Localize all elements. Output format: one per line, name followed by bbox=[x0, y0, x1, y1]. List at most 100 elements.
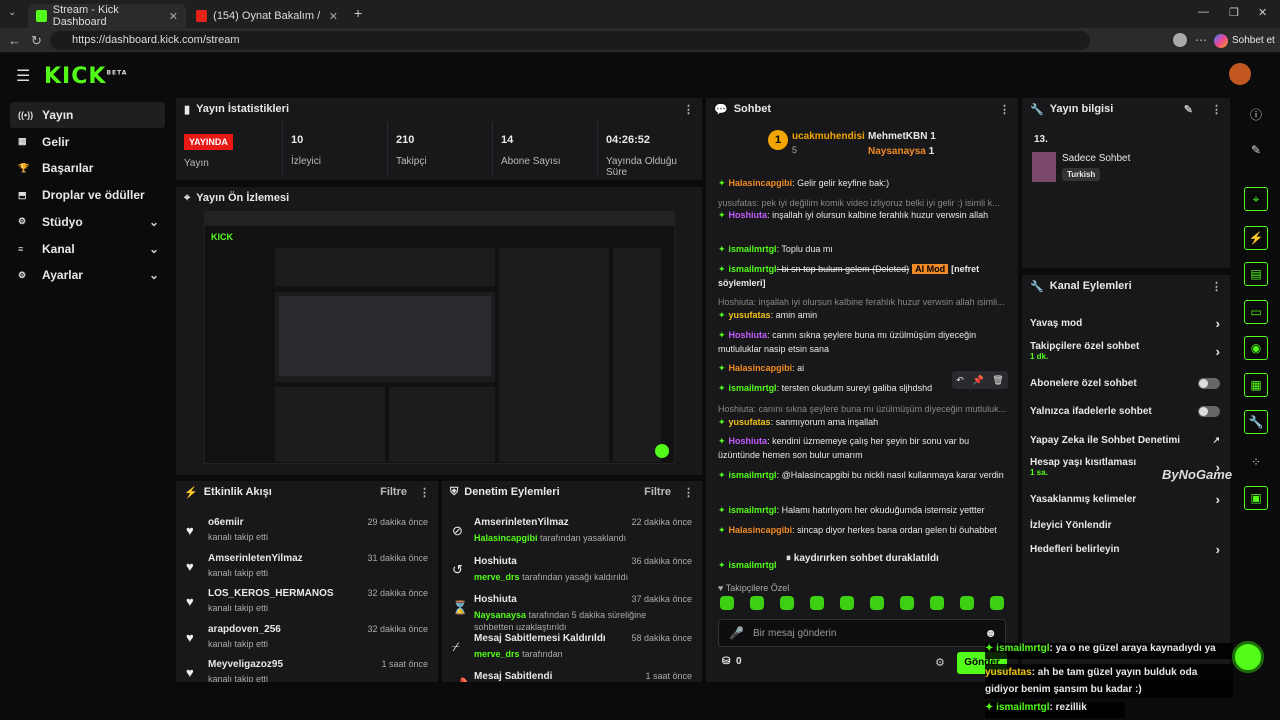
moderation-item[interactable]: 📌 Mesaj Sabitlendi 1 saat önce bbox=[450, 671, 694, 682]
channel-action[interactable]: İzleyici Yönlendir bbox=[1030, 515, 1220, 535]
moderation-item[interactable]: ⊘ AmserinletenYilmaz Halasincapgibi tarafı… bbox=[450, 517, 694, 553]
chat-settings-icon[interactable]: ⚙ bbox=[935, 656, 945, 669]
dots-icon[interactable]: ⁘ bbox=[1244, 450, 1268, 474]
nav-item-6[interactable]: ⚙ Ayarlar ⌄ bbox=[10, 262, 165, 288]
nav-item-3[interactable]: ⬒ Droplar ve ödüller bbox=[10, 182, 165, 208]
filter-button[interactable]: Filtre bbox=[644, 486, 671, 498]
activity-item[interactable]: ♥ AmserinletenYilmaz kanalı takip etti 31 d… bbox=[184, 553, 430, 589]
chat-message[interactable]: ✦ ismailmrtgl: @Halasincapgibi bu nickli … bbox=[718, 468, 1008, 482]
close-tab-icon[interactable]: ✕ bbox=[169, 10, 178, 23]
emote-icon[interactable] bbox=[840, 596, 854, 610]
tab-kick-dashboard[interactable]: Stream - Kick Dashboard ✕ bbox=[28, 4, 186, 28]
chat-message[interactable]: Hoshiuta: canını sıkna şeylere buna mı ü… bbox=[718, 402, 1008, 416]
channel-action[interactable]: Hedefleri belirleyin › bbox=[1030, 539, 1220, 559]
nav-item-5[interactable]: ≡ Kanal ⌄ bbox=[10, 236, 165, 262]
app-icon[interactable]: ▣ bbox=[1244, 486, 1268, 510]
chat-message[interactable]: ✦ ismailmrtgl: bi sn top bulum gelem (Del… bbox=[718, 262, 1008, 290]
chat-message[interactable]: ✦ Hoshiuta: inşallah iyi olursun kalbine … bbox=[718, 208, 1008, 222]
chat-input[interactable]: 🎤 Bir mesaj gönderin ☻ bbox=[718, 619, 1006, 647]
broadcast-icon[interactable]: ◉ bbox=[1244, 336, 1268, 360]
pencil-icon[interactable]: ✎ bbox=[1244, 138, 1268, 162]
activity-item[interactable]: ♥ arapdoven_256 kanalı takip etti 32 dakika… bbox=[184, 624, 430, 660]
preview-video[interactable]: KICK bbox=[204, 211, 675, 464]
tab-list-icon[interactable]: ⌄ bbox=[8, 7, 16, 18]
channel-action[interactable]: Yapay Zeka ile Sohbet Denetimi ↗ bbox=[1030, 430, 1220, 450]
nav-item-4[interactable]: ⚙ Stüdyo ⌄ bbox=[10, 209, 165, 235]
lightning-icon[interactable]: ⚡ bbox=[1244, 226, 1268, 250]
emote-icon[interactable] bbox=[960, 596, 974, 610]
filter-button[interactable]: Filtre bbox=[380, 486, 407, 498]
more-icon[interactable]: ⋮ bbox=[1211, 103, 1222, 116]
reply-icon[interactable]: ↶ bbox=[956, 375, 964, 386]
nav-item-1[interactable]: ▦ Gelir bbox=[10, 129, 165, 155]
close-tab-icon[interactable]: ✕ bbox=[329, 10, 338, 23]
toggle-switch[interactable] bbox=[1198, 377, 1220, 389]
chat-message[interactable]: ✦ yusufatas: amin amin bbox=[718, 308, 1008, 322]
chat-paused-notice[interactable]: ⏸ kaydırırken sohbet duraklatıldı bbox=[786, 553, 939, 564]
url-field[interactable]: https://dashboard.kick.com/stream bbox=[50, 31, 1090, 50]
channel-action[interactable]: Yasaklanmış kelimeler › bbox=[1030, 489, 1220, 509]
category-thumbnail[interactable] bbox=[1032, 152, 1056, 182]
hamburger-menu-icon[interactable]: ☰ bbox=[16, 66, 30, 86]
channel-action[interactable]: Yalnızca ifadelerle sohbet bbox=[1030, 401, 1220, 421]
moderation-item[interactable]: ↺ Hoshiuta merve_drs tarafından yasağı kal… bbox=[450, 556, 694, 592]
chat-message[interactable]: ✦ Halasincapgibi: Gelir gelir keyfine bak… bbox=[718, 176, 1008, 190]
layout-icon[interactable]: ▦ bbox=[1244, 373, 1268, 397]
back-icon[interactable]: ← bbox=[8, 33, 21, 48]
emoji-icon[interactable]: ☻ bbox=[984, 626, 997, 640]
pin-icon[interactable]: 📌 bbox=[972, 375, 983, 386]
more-icon[interactable]: ⋮ bbox=[1211, 280, 1222, 293]
document-icon[interactable]: ▤ bbox=[1244, 262, 1268, 286]
chat-icon[interactable]: ▭ bbox=[1244, 300, 1268, 324]
chat-message[interactable]: ✦ ismailmrtgl: Toplu dua mı bbox=[718, 242, 1008, 256]
chat-message[interactable]: ✦ Hoshiuta: kendini üzmemeye çalış her şe… bbox=[718, 434, 1008, 462]
emote-icon[interactable] bbox=[810, 596, 824, 610]
leader-name[interactable]: ucakmuhendisi bbox=[792, 131, 865, 142]
close-window-icon[interactable]: ✕ bbox=[1258, 6, 1267, 19]
screen-capture-icon[interactable]: ⌖ bbox=[1244, 187, 1268, 211]
leader-3[interactable]: Naysanaysa 1 bbox=[868, 146, 934, 157]
more-icon[interactable]: ⋮ bbox=[999, 103, 1010, 116]
kick-logo[interactable]: KICKBETA bbox=[44, 64, 127, 89]
chat-message[interactable]: ✦ ismailmrtgl: Halamı hatırlıyom her okud… bbox=[718, 503, 1008, 517]
emote-icon[interactable] bbox=[930, 596, 944, 610]
chat-message[interactable]: ✦ yusufatas: sanmıyorum ama inşallah bbox=[718, 415, 1008, 429]
toggle-switch[interactable] bbox=[1198, 405, 1220, 417]
delete-icon[interactable]: 🗑 bbox=[992, 375, 1003, 386]
channel-action[interactable]: Takipçilere özel sohbet 1 dk. › bbox=[1030, 341, 1220, 361]
user-avatar[interactable] bbox=[1229, 63, 1251, 85]
emote-icon[interactable] bbox=[990, 596, 1004, 610]
channel-action[interactable]: Yavaş mod › bbox=[1030, 313, 1220, 333]
channel-points[interactable]: ⛁ 0 bbox=[722, 656, 742, 667]
nav-item-0[interactable]: ((•)) Yayın bbox=[10, 102, 165, 128]
more-icon[interactable]: ⋮ bbox=[683, 103, 694, 116]
floating-chat-button[interactable] bbox=[1232, 641, 1264, 673]
maximize-icon[interactable]: ❐ bbox=[1229, 6, 1239, 19]
chat-message[interactable]: ✦ Halasincapgibi: sincap diyor herkes ban… bbox=[718, 523, 1008, 537]
activity-item[interactable]: ♥ o6emiir kanalı takip etti 29 dakika önce bbox=[184, 517, 430, 553]
more-icon[interactable]: ⋮ bbox=[683, 486, 694, 499]
moderation-item[interactable]: ⌿ Mesaj Sabitlemesi Kaldırıldı merve_drs t… bbox=[450, 633, 694, 669]
tab-youtube[interactable]: (154) Oynat Bakalım / 13. Bölüm F ✕ bbox=[188, 4, 346, 28]
minimize-icon[interactable]: — bbox=[1198, 6, 1209, 18]
emote-icon[interactable] bbox=[780, 596, 794, 610]
emote-icon[interactable] bbox=[720, 596, 734, 610]
profile-avatar-icon[interactable] bbox=[1173, 33, 1187, 47]
edit-icon[interactable]: ✎ bbox=[1184, 103, 1193, 116]
channel-action[interactable]: Abonelere özel sohbet bbox=[1030, 373, 1220, 393]
leader-2[interactable]: MehmetKBN 1 bbox=[868, 131, 936, 142]
chat-message[interactable]: Hoshiuta: inşallah iyi olursun kalbine f… bbox=[718, 295, 1008, 309]
copilot-button[interactable]: Sohbet et bbox=[1214, 31, 1275, 50]
activity-item[interactable]: ♥ LOS_KEROS_HERMANOS kanalı takip etti 32 d… bbox=[184, 588, 430, 624]
wrench-icon[interactable]: 🔧 bbox=[1244, 410, 1268, 434]
emote-icon[interactable] bbox=[870, 596, 884, 610]
language-tag[interactable]: Turkish bbox=[1062, 168, 1101, 181]
reload-icon[interactable]: ↻ bbox=[31, 33, 42, 49]
emote-icon[interactable] bbox=[900, 596, 914, 610]
new-tab-icon[interactable]: + bbox=[354, 5, 362, 21]
activity-item[interactable]: ♥ Meyveligazoz95 kanalı takip etti 1 saat ö… bbox=[184, 659, 430, 682]
nav-item-2[interactable]: 🏆 Başarılar bbox=[10, 155, 165, 181]
moderation-item[interactable]: ⌛ Hoshiuta Naysanaysa tarafından 5 dakika … bbox=[450, 594, 694, 632]
emote-icon[interactable] bbox=[750, 596, 764, 610]
menu-dots-icon[interactable]: ⋯ bbox=[1195, 33, 1207, 47]
